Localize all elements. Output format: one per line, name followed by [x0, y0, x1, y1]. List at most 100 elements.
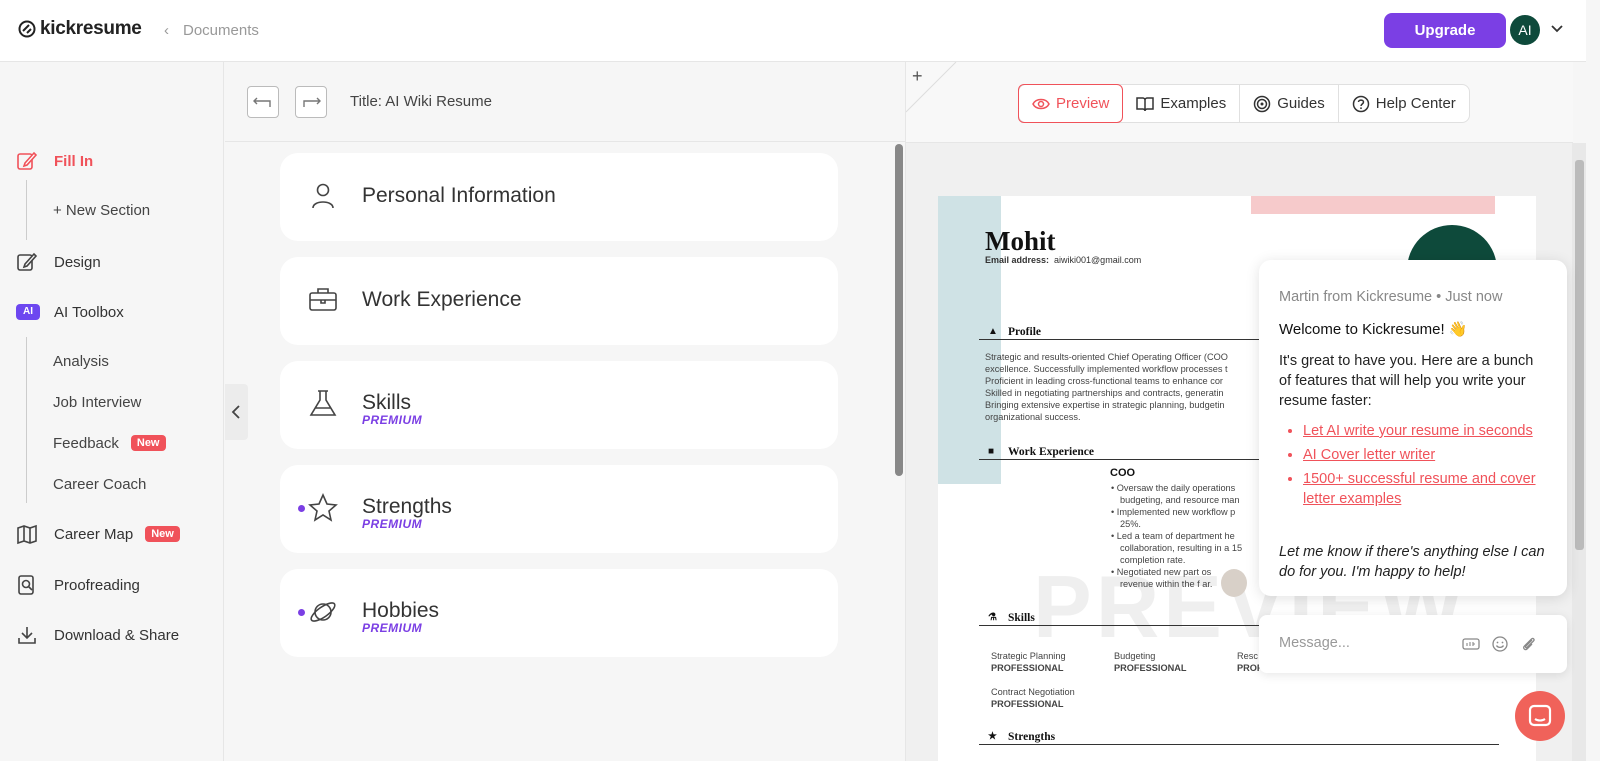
section-title: Strengths [362, 495, 452, 518]
preview-scrollbar-thumb[interactable] [1575, 160, 1584, 550]
chat-launcher-button[interactable] [1515, 691, 1565, 741]
briefcase-icon [309, 288, 337, 311]
resume-profile-text: Strategic and results-oriented Chief Ope… [985, 352, 1228, 422]
redo-icon [303, 97, 321, 107]
section-title: Personal Information [362, 184, 556, 207]
premium-dot [298, 505, 305, 512]
kickresume-logo[interactable]: kickresume [18, 18, 142, 40]
chat-icon [1528, 704, 1552, 727]
star-icon: ★ [988, 731, 997, 742]
section-card-strengths[interactable]: Strengths PREMIUM [280, 465, 838, 553]
resume-accent-bar [1251, 196, 1495, 214]
support-agent-avatar [1221, 569, 1247, 597]
gif-icon[interactable] [1462, 635, 1480, 653]
premium-dot [298, 609, 305, 616]
undo-button[interactable] [247, 86, 279, 118]
question-icon [1352, 95, 1369, 112]
tab-label: Guides [1277, 95, 1325, 112]
resume-job-title: COO [1110, 467, 1136, 479]
resume-section-strengths: ★ Strengths [979, 731, 1499, 745]
nav-tree-line [26, 180, 27, 240]
eye-icon [1032, 98, 1050, 109]
add-icon[interactable]: + [912, 66, 923, 87]
sidebar-item-career-coach[interactable]: Career Coach [53, 476, 146, 493]
book-icon [1136, 96, 1155, 111]
chat-link-ai-resume[interactable]: Let AI write your resume in seconds [1303, 421, 1549, 441]
breadcrumb-documents[interactable]: Documents [183, 22, 259, 39]
chat-link-examples[interactable]: 1500+ successful resume and cover letter… [1303, 469, 1549, 509]
tab-guides[interactable]: Guides [1240, 85, 1339, 122]
premium-label: PREMIUM [362, 621, 423, 635]
sidebar-item-feedback[interactable]: Feedback New [53, 435, 166, 452]
editor-scrollbar[interactable] [895, 144, 903, 476]
breadcrumb[interactable]: ‹ Documents [164, 22, 259, 39]
nav-tree-line [26, 337, 27, 503]
new-badge: New [130, 435, 166, 451]
chat-welcome: Welcome to Kickresume! 👋 [1279, 321, 1468, 338]
premium-label: PREMIUM [362, 517, 423, 531]
ai-badge-icon: AI [16, 304, 40, 320]
redo-button[interactable] [295, 86, 327, 118]
new-badge: New [145, 525, 180, 542]
map-icon [17, 524, 37, 545]
preview-tabs: Preview Examples Guides Help Center [1018, 84, 1470, 123]
tab-label: Examples [1160, 95, 1227, 112]
document-title[interactable]: Title: AI Wiki Resume [350, 93, 492, 110]
resume-email: Email address: aiwiki001@gmail.com [985, 255, 1142, 265]
star-icon [308, 493, 338, 522]
chat-link-cover-letter[interactable]: AI Cover letter writer [1303, 445, 1549, 465]
edit-icon [17, 151, 38, 170]
sidebar-item-label: Proofreading [54, 576, 140, 594]
target-icon [1253, 95, 1271, 112]
premium-label: PREMIUM [362, 413, 423, 427]
proofreading-icon [18, 575, 34, 595]
resume-skill: Contract Negotiation PROFESSIONAL [991, 687, 1075, 709]
section-card-hobbies[interactable]: Hobbies PREMIUM [280, 569, 838, 657]
section-card-work-experience[interactable]: Work Experience [280, 257, 838, 345]
collapse-sidebar-button[interactable] [225, 384, 248, 440]
person-icon: ▲ [988, 326, 998, 337]
section-title: Hobbies [362, 599, 440, 622]
message-placeholder: Message... [1279, 635, 1350, 651]
sidebar-item-label: Fill In [54, 152, 94, 170]
emoji-icon[interactable] [1491, 635, 1509, 653]
briefcase-icon: ■ [988, 446, 995, 457]
sidebar-item-label: Feedback [53, 435, 119, 452]
sidebar-item-label: Download & Share [54, 626, 180, 644]
preview-toolbar: + Preview Examples Guides Help Center [906, 62, 1573, 143]
section-card-skills[interactable]: Skills PREMIUM [280, 361, 838, 449]
sidebar-item-label: Design [54, 253, 101, 271]
sidebar-item-job-interview[interactable]: Job Interview [53, 394, 141, 411]
chevron-left-icon: ‹ [164, 22, 169, 39]
chat-message-input[interactable]: Message... [1259, 615, 1567, 673]
flask-icon: ⚗ [988, 612, 997, 623]
sidebar-item-label: AI Toolbox [54, 303, 124, 321]
tab-label: Preview [1056, 95, 1110, 112]
editor-toolbar: Title: AI Wiki Resume [225, 62, 905, 142]
chevron-left-icon [231, 405, 240, 419]
chat-links: Let AI write your resume in seconds AI C… [1303, 421, 1549, 513]
tab-help-center[interactable]: Help Center [1339, 85, 1469, 122]
logo-icon [18, 20, 36, 38]
undo-icon [253, 97, 271, 107]
upgrade-button[interactable]: Upgrade [1384, 13, 1506, 48]
person-icon [312, 183, 334, 209]
section-title: Work Experience [362, 288, 522, 311]
resume-skill: Strategic Planning PROFESSIONAL [991, 651, 1066, 673]
avatar[interactable]: AI [1510, 15, 1540, 45]
download-icon [18, 627, 36, 644]
sidebar-item-analysis[interactable]: Analysis [53, 353, 109, 370]
section-title: Skills [362, 391, 412, 414]
chevron-down-icon[interactable] [1550, 22, 1564, 36]
attachment-icon[interactable] [1520, 635, 1538, 653]
chat-outro: Let me know if there's anything else I c… [1279, 544, 1545, 580]
tab-preview[interactable]: Preview [1018, 84, 1124, 123]
sidebar-item-label: Career Map New [54, 525, 180, 543]
new-section-button[interactable]: + New Section [53, 202, 150, 219]
flask-icon [309, 390, 337, 416]
section-card-personal-information[interactable]: Personal Information [280, 153, 838, 241]
editor-panel: Title: AI Wiki Resume Personal Informati… [225, 62, 905, 761]
tab-examples[interactable]: Examples [1123, 85, 1241, 122]
chat-sender: Martin from Kickresume • Just now [1279, 289, 1503, 305]
planet-icon [310, 602, 336, 622]
